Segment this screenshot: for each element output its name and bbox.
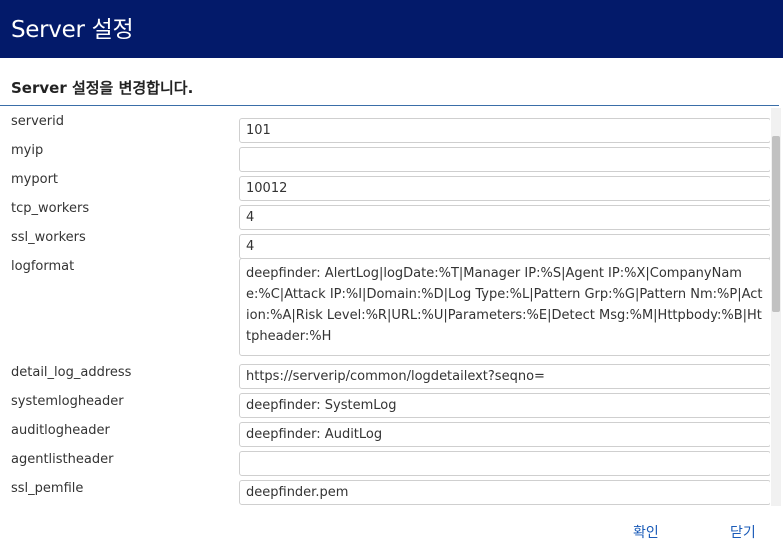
logformat-textarea[interactable]: deepfinder: AlertLog|logDate:%T|Manager … [239, 258, 770, 356]
ssl-workers-input[interactable]: 4 [239, 234, 770, 259]
field-label: serverid [11, 114, 65, 129]
myip-input[interactable] [239, 147, 770, 172]
field-label: auditlogheader [11, 423, 110, 438]
dialog-subtitle: Server 설정을 변경합니다. [11, 79, 194, 97]
field-label: myport [11, 172, 59, 187]
myport-input[interactable]: 10012 [239, 176, 770, 201]
field-label: myip [11, 143, 44, 158]
ok-button[interactable]: 확인 [633, 522, 659, 542]
close-button[interactable]: 닫기 [730, 522, 756, 542]
ssl-pemfile-input[interactable]: deepfinder.pem [239, 480, 770, 505]
dialog-titlebar: Server 설정 [0, 0, 783, 58]
agentlistheader-input[interactable] [239, 451, 770, 476]
field-label: ssl_pemfile [11, 481, 84, 496]
field-label: agentlistheader [11, 452, 114, 467]
scrollbar-thumb[interactable] [772, 136, 780, 312]
detail-log-address-input[interactable]: https://serverip/common/logdetailext?seq… [239, 364, 770, 389]
field-label: logformat [11, 259, 75, 274]
field-label: detail_log_address [11, 365, 132, 380]
form-scrollbar[interactable] [771, 108, 781, 506]
field-label: tcp_workers [11, 201, 90, 216]
auditlogheader-input[interactable]: deepfinder: AuditLog [239, 422, 770, 447]
field-label: systemlogheader [11, 394, 124, 409]
systemlogheader-input[interactable]: deepfinder: SystemLog [239, 393, 770, 418]
settings-form: serverid 101 myip myport 10012 tcp_worke… [0, 106, 770, 506]
field-label: ssl_workers [11, 230, 86, 245]
dialog-title: Server 설정 [11, 17, 134, 43]
serverid-input[interactable]: 101 [239, 118, 770, 143]
tcp-workers-input[interactable]: 4 [239, 205, 770, 230]
